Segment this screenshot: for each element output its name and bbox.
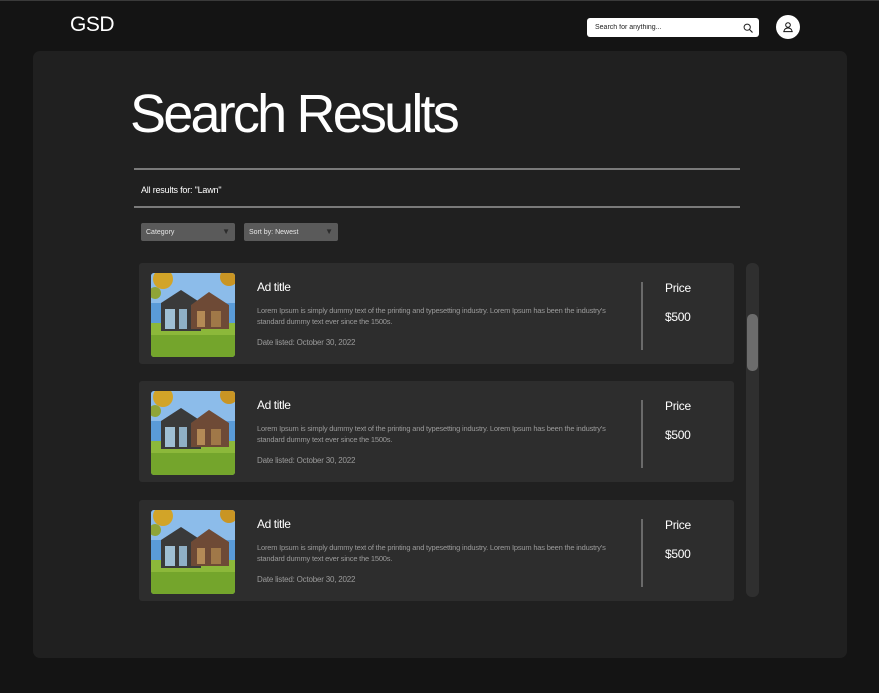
result-card[interactable]: Ad title Lorem Ipsum is simply dummy tex… <box>139 263 734 364</box>
search-input[interactable] <box>595 18 743 37</box>
caret-down-icon: ▼ <box>325 227 333 236</box>
page-title: Search Results <box>130 84 460 144</box>
category-dropdown[interactable]: Category ▼ <box>141 223 235 241</box>
results-for-label: All results for: "Lawn" <box>141 185 222 195</box>
results-divider <box>134 206 740 208</box>
sort-dropdown-label: Sort by: Newest <box>249 228 299 236</box>
ad-date: Date listed: October 30, 2022 <box>257 338 356 347</box>
ad-title[interactable]: Ad title <box>257 517 291 531</box>
result-card[interactable]: Ad title Lorem Ipsum is simply dummy tex… <box>139 381 734 482</box>
ad-description: Lorem Ipsum is simply dummy text of the … <box>257 306 606 326</box>
ad-description: Lorem Ipsum is simply dummy text of the … <box>257 543 606 563</box>
price-label: Price <box>665 399 691 413</box>
card-divider <box>641 282 643 350</box>
user-icon <box>783 22 793 33</box>
scrollbar-thumb[interactable] <box>747 314 758 371</box>
sort-dropdown[interactable]: Sort by: Newest ▼ <box>244 223 338 241</box>
house-photo[interactable] <box>151 273 235 357</box>
caret-down-icon: ▼ <box>222 227 230 236</box>
card-divider <box>641 400 643 468</box>
search-icon[interactable] <box>743 23 753 33</box>
results-scrollbar[interactable] <box>746 263 759 597</box>
ad-date: Date listed: October 30, 2022 <box>257 456 356 465</box>
price-value: $500 <box>665 310 691 324</box>
category-dropdown-label: Category <box>146 228 175 236</box>
user-avatar-button[interactable] <box>776 15 800 39</box>
ad-date: Date listed: October 30, 2022 <box>257 575 356 584</box>
price-label: Price <box>665 518 691 532</box>
house-photo[interactable] <box>151 391 235 475</box>
price-label: Price <box>665 281 691 295</box>
main-panel: Search Results All results for: "Lawn" C… <box>33 51 847 658</box>
search-box[interactable] <box>587 18 759 37</box>
card-divider <box>641 519 643 587</box>
logo[interactable]: GSD <box>70 13 115 37</box>
price-value: $500 <box>665 547 691 561</box>
price-value: $500 <box>665 428 691 442</box>
ad-description: Lorem Ipsum is simply dummy text of the … <box>257 424 606 444</box>
result-card[interactable]: Ad title Lorem Ipsum is simply dummy tex… <box>139 500 734 601</box>
house-photo[interactable] <box>151 510 235 594</box>
title-divider <box>134 168 740 170</box>
ad-title[interactable]: Ad title <box>257 398 291 412</box>
ad-title[interactable]: Ad title <box>257 280 291 294</box>
